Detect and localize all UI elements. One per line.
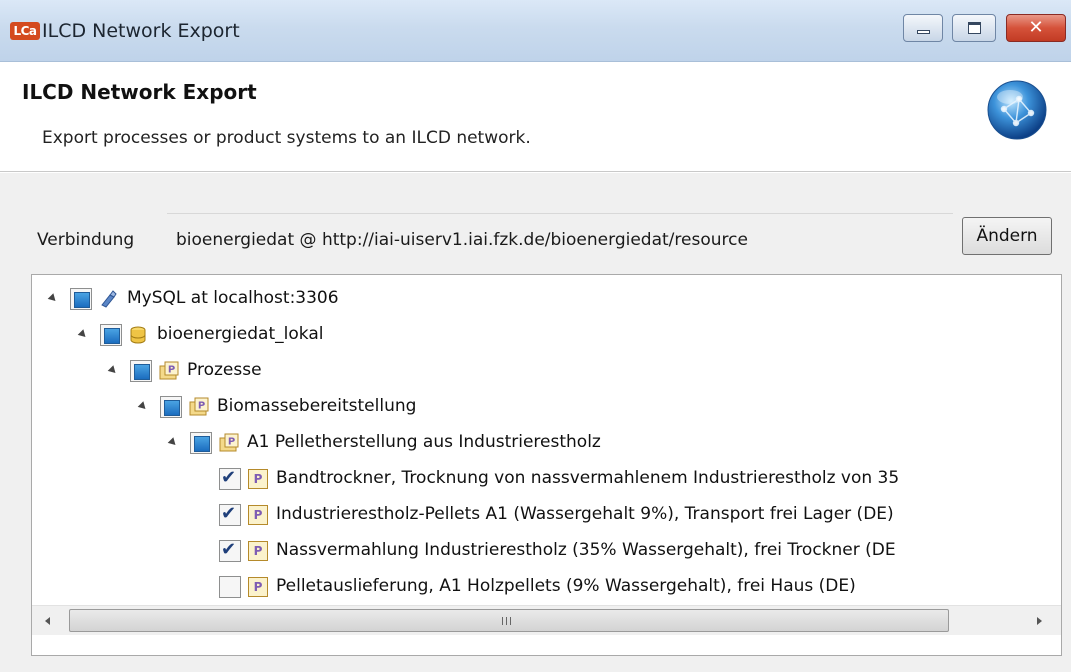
wizard-banner: ILCD Network Export Export processes or …: [0, 62, 1071, 172]
page-description: Export processes or product systems to a…: [42, 128, 531, 148]
tree-checkbox[interactable]: [219, 467, 241, 490]
tree-checkbox[interactable]: [219, 503, 241, 526]
minimize-button[interactable]: [903, 14, 943, 42]
tree-node-label: Nassvermahlung Industrierestholz (35% Wa…: [276, 540, 896, 560]
app-logo-icon: LCa: [10, 22, 40, 40]
horizontal-scroll-thumb[interactable]: [69, 609, 949, 632]
tree-checkbox[interactable]: [190, 432, 212, 454]
scrollbar-corner: [1061, 605, 1062, 635]
tree-node-label: bioenergiedat_lokal: [157, 324, 324, 344]
minimize-icon: [917, 30, 930, 34]
tree-node-mysql[interactable]: MySQL at localhost:3306: [32, 281, 1032, 317]
export-tree[interactable]: MySQL at localhost:3306 bioenergiedat_lo…: [31, 274, 1062, 656]
tree-node-process[interactable]: P Industrierestholz-Pellets A1 (Wasserge…: [32, 497, 1032, 533]
process-icon: P: [248, 505, 268, 525]
dialog-content: Verbindung bioenergiedat @ http://iai-ui…: [0, 173, 1071, 672]
tree-node-biomassebereitstellung[interactable]: P Biomassebereitstellung: [32, 389, 1032, 425]
horizontal-scrollbar[interactable]: [32, 605, 1061, 635]
tree-node-process[interactable]: P Bandtrockner, Trocknung von nassvermah…: [32, 461, 1032, 497]
close-icon: ✕: [1028, 17, 1044, 38]
database-connection-icon: [101, 290, 117, 308]
process-folder-icon: P: [189, 397, 209, 416]
tree-node-process[interactable]: P Nassvermahlung Industrierestholz (35% …: [32, 533, 1032, 569]
tree-node-label: Bandtrockner, Trocknung von nassvermahle…: [276, 468, 900, 488]
tree-checkbox[interactable]: [130, 360, 152, 382]
maximize-icon: [968, 22, 981, 34]
collapse-arrow-icon[interactable]: [137, 401, 149, 412]
tree-node-label: A1 Pelletherstellung aus Industrierestho…: [247, 432, 601, 452]
title-bar: LCa ILCD Network Export ✕: [0, 0, 1071, 62]
tree-node-a1-pelletherstellung[interactable]: P A1 Pelletherstellung aus Industrierest…: [32, 425, 1032, 461]
collapse-arrow-icon[interactable]: [47, 293, 59, 304]
tree-node-label: Industrierestholz-Pellets A1 (Wassergeha…: [276, 504, 894, 524]
tree-node-process[interactable]: P Pelletauslieferung, A1 Holzpellets (9%…: [32, 569, 1032, 605]
svg-text:P: P: [228, 437, 235, 448]
tree-node-prozesse[interactable]: P Prozesse: [32, 353, 1032, 389]
change-connection-button[interactable]: Ändern: [962, 217, 1052, 255]
scroll-left-arrow-icon[interactable]: [45, 617, 50, 625]
tree-node-database[interactable]: bioenergiedat_lokal: [32, 317, 1032, 353]
tree-node-label: Pelletauslieferung, A1 Holzpellets (9% W…: [276, 576, 856, 596]
collapse-arrow-icon[interactable]: [167, 437, 179, 448]
tree-checkbox[interactable]: [219, 539, 241, 562]
svg-text:P: P: [168, 365, 175, 376]
process-folder-icon: P: [159, 361, 179, 380]
collapse-arrow-icon[interactable]: [107, 365, 119, 376]
process-icon: P: [248, 541, 268, 561]
tree-checkbox[interactable]: [160, 396, 182, 418]
svg-text:P: P: [198, 401, 205, 412]
tree-node-label: MySQL at localhost:3306: [127, 288, 339, 308]
tree-checkbox[interactable]: [219, 576, 241, 598]
connection-field: bioenergiedat @ http://iai-uiserv1.iai.f…: [167, 213, 953, 265]
database-icon: [130, 326, 146, 344]
connection-value: bioenergiedat @ http://iai-uiserv1.iai.f…: [176, 230, 748, 250]
process-icon: P: [248, 577, 268, 597]
tree-checkbox[interactable]: [100, 324, 122, 346]
scroll-right-arrow-icon[interactable]: [1037, 617, 1042, 625]
tree-checkbox[interactable]: [70, 288, 92, 310]
collapse-arrow-icon[interactable]: [77, 329, 89, 340]
globe-icon: [987, 80, 1047, 140]
vertical-scrollbar[interactable]: [1061, 275, 1062, 605]
tree-node-label: Prozesse: [187, 360, 262, 380]
window-title: ILCD Network Export: [42, 20, 240, 42]
tree-node-label: Biomassebereitstellung: [217, 396, 417, 416]
process-folder-icon: P: [219, 433, 239, 452]
connection-label: Verbindung: [37, 230, 135, 250]
page-title: ILCD Network Export: [22, 80, 257, 104]
process-icon: P: [248, 469, 268, 489]
close-button[interactable]: ✕: [1006, 14, 1066, 42]
maximize-button[interactable]: [952, 14, 996, 42]
